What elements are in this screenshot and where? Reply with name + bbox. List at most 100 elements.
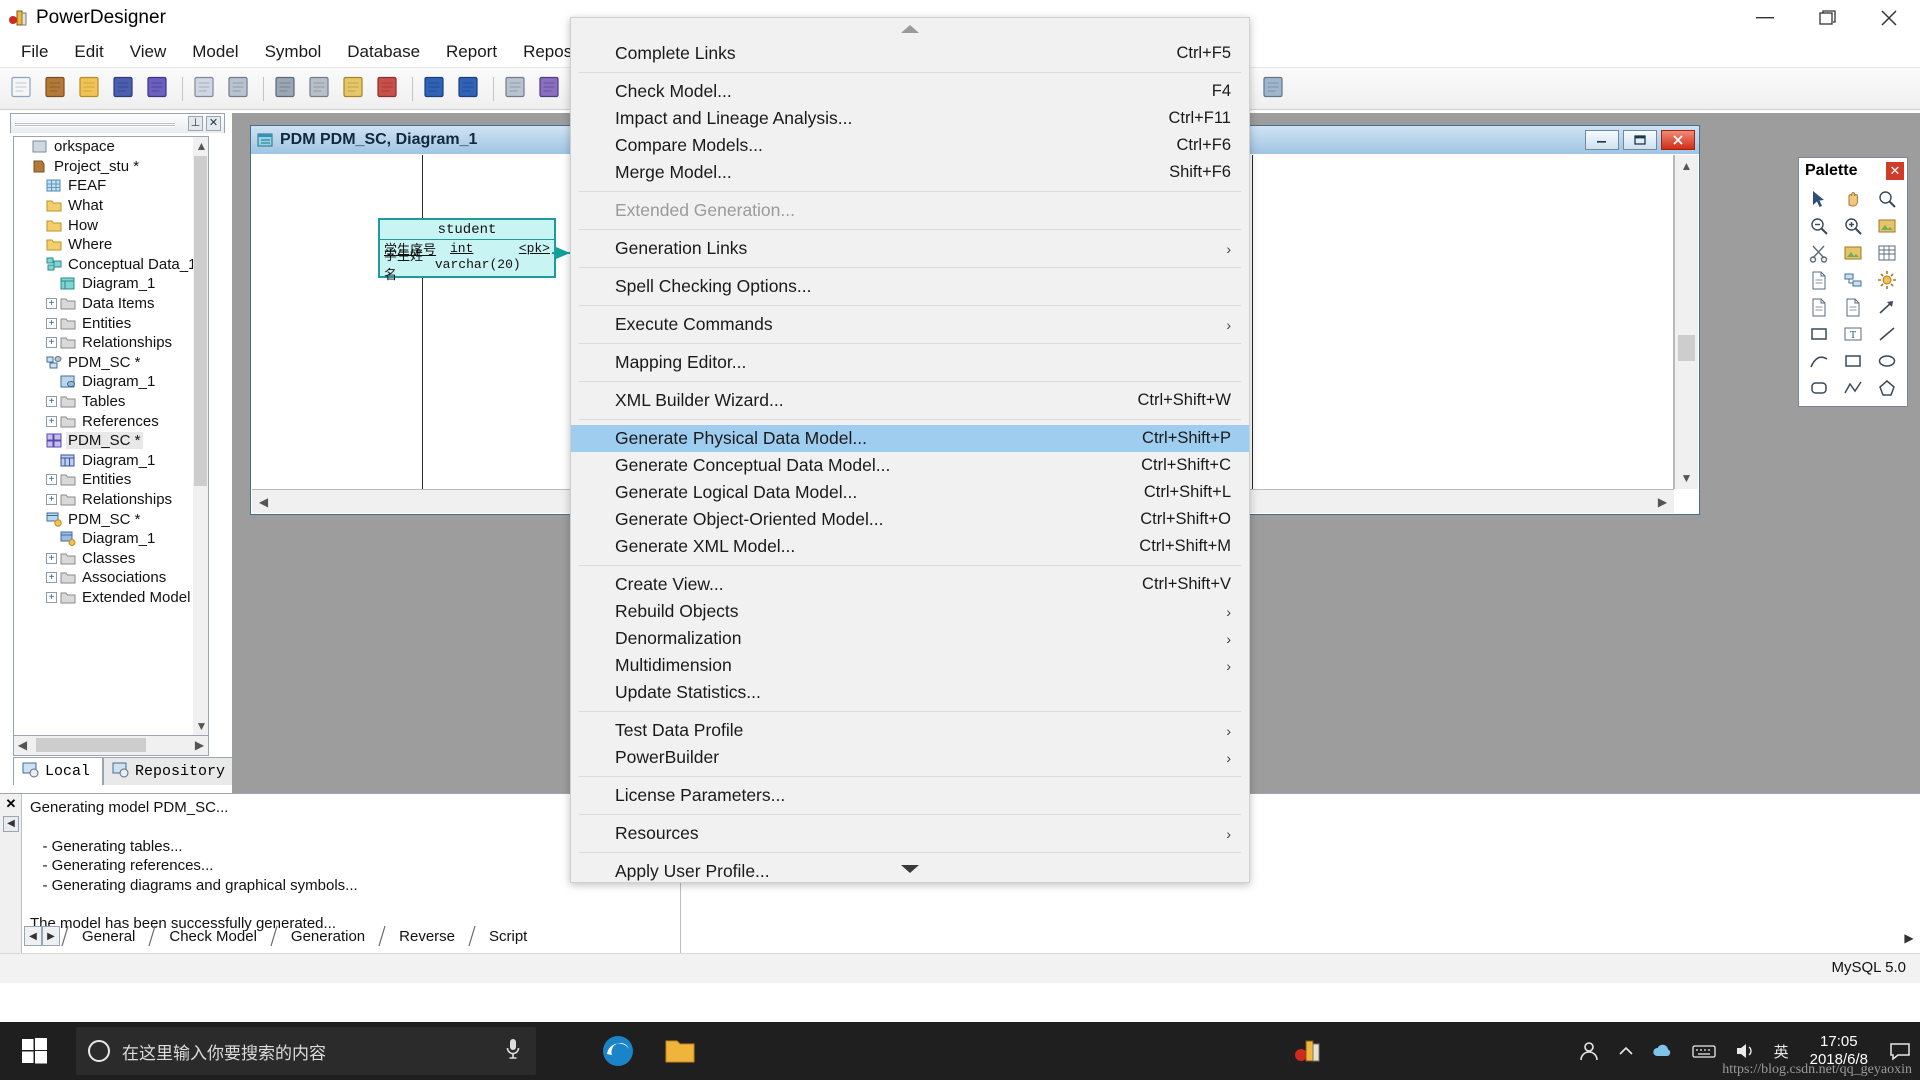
expand-icon[interactable]: + bbox=[46, 317, 57, 329]
scroll-left-arrow[interactable]: ◀ bbox=[255, 493, 272, 511]
palette-arrow-icon[interactable] bbox=[1871, 294, 1904, 320]
taskbar-app-powerdesigner[interactable] bbox=[1280, 1027, 1336, 1075]
menubar-item-file[interactable]: File bbox=[8, 37, 61, 67]
tree-item-classes[interactable]: + Classes bbox=[14, 548, 193, 568]
tree-horizontal-scrollbar[interactable]: ◀ ▶ bbox=[13, 736, 209, 756]
tree-item-conceptual-data-1[interactable]: Conceptual Data_1 * bbox=[14, 255, 206, 275]
palette-polygon-icon[interactable] bbox=[1871, 375, 1904, 401]
menu-item-compare-models[interactable]: Compare Models... Ctrl+F6 bbox=[571, 132, 1249, 159]
palette-scissors-icon[interactable] bbox=[1802, 240, 1835, 266]
palette-curve-icon[interactable] bbox=[1802, 348, 1835, 374]
tree-item-entities[interactable]: + Entities bbox=[14, 313, 193, 333]
menu-item-test-data-profile[interactable]: Test Data Profile › bbox=[571, 717, 1249, 744]
toolbar-properties-icon[interactable] bbox=[502, 74, 532, 104]
output-tab-generation[interactable]: Generation bbox=[279, 924, 377, 948]
toolbar-e3-icon[interactable] bbox=[1260, 74, 1290, 104]
prev-icon[interactable]: ◀ bbox=[24, 926, 42, 946]
palette-table-icon[interactable] bbox=[1871, 240, 1904, 266]
toolbar-redo-icon[interactable] bbox=[455, 74, 485, 104]
tree-item-how[interactable]: How bbox=[14, 215, 193, 235]
tree-item-project-stu[interactable]: Project_stu * bbox=[14, 157, 193, 177]
palette-link-icon[interactable] bbox=[1836, 267, 1869, 293]
menu-item-resources[interactable]: Resources › bbox=[571, 820, 1249, 847]
toolbar-copy-icon[interactable] bbox=[306, 74, 336, 104]
tree-item-pdm-sc[interactable]: PDM_SC * bbox=[14, 353, 193, 373]
search-input[interactable]: 在这里输入你要搜索的内容 bbox=[76, 1027, 536, 1075]
scroll-up-arrow[interactable]: ▲ bbox=[1678, 157, 1695, 175]
next-icon[interactable]: ▶ bbox=[42, 926, 60, 946]
tree-item-entities[interactable]: + Entities bbox=[14, 470, 193, 490]
menu-item-generate-conceptual-data-model[interactable]: Generate Conceptual Data Model... Ctrl+Sh… bbox=[571, 452, 1249, 479]
tree-vertical-scrollbar[interactable]: ▲ ▼ bbox=[193, 137, 208, 735]
output-tab-reverse[interactable]: Reverse bbox=[387, 924, 467, 948]
palette-hand-icon[interactable] bbox=[1836, 186, 1869, 212]
palette-text-icon[interactable]: T bbox=[1836, 321, 1869, 347]
menu-item-update-statistics[interactable]: Update Statistics... bbox=[571, 679, 1249, 706]
toolbar-cut-icon[interactable] bbox=[272, 74, 302, 104]
tree-item-diagram-1[interactable]: Diagram_1 bbox=[14, 274, 193, 294]
chevron-up-icon[interactable] bbox=[1609, 1045, 1643, 1057]
toolbar-save-icon[interactable] bbox=[110, 74, 140, 104]
menu-item-generate-xml-model[interactable]: Generate XML Model... Ctrl+Shift+M bbox=[571, 533, 1249, 560]
scroll-up-arrow[interactable]: ▲ bbox=[193, 137, 208, 155]
microphone-icon[interactable] bbox=[504, 1037, 522, 1066]
close-icon[interactable]: ✕ bbox=[1886, 162, 1904, 180]
expand-icon[interactable]: + bbox=[46, 474, 57, 486]
palette-zoom-in-icon[interactable] bbox=[1836, 213, 1869, 239]
minimize-button[interactable] bbox=[1734, 0, 1796, 36]
toolbar-print-icon[interactable] bbox=[225, 74, 255, 104]
browser-tab-local[interactable]: Local bbox=[13, 757, 104, 785]
menu-item-merge-model[interactable]: Merge Model... Shift+F6 bbox=[571, 159, 1249, 186]
menu-item-rebuild-objects[interactable]: Rebuild Objects › bbox=[571, 598, 1249, 625]
palette-rounded-rect-icon[interactable] bbox=[1802, 375, 1835, 401]
volume-icon[interactable] bbox=[1725, 1042, 1765, 1060]
tree-item-diagram-1[interactable]: Diagram_1 bbox=[14, 451, 193, 471]
tree-item-feaf[interactable]: FEAF bbox=[14, 176, 193, 196]
toolbar-delete-icon[interactable] bbox=[374, 74, 404, 104]
palette-pointer-icon[interactable] bbox=[1802, 186, 1835, 212]
people-icon[interactable] bbox=[1569, 1040, 1609, 1062]
restore-button[interactable] bbox=[1796, 0, 1858, 36]
scroll-right-arrow[interactable]: ▶ bbox=[191, 736, 208, 754]
tree-item-tables[interactable]: + Tables bbox=[14, 392, 193, 412]
palette-gear-icon[interactable] bbox=[1871, 267, 1904, 293]
output-tab-check-model[interactable]: Check Model bbox=[157, 924, 269, 948]
drag-grip[interactable] bbox=[15, 122, 175, 127]
menu-item-xml-builder-wizard[interactable]: XML Builder Wizard... Ctrl+Shift+W bbox=[571, 387, 1249, 414]
expand-icon[interactable]: + bbox=[46, 396, 57, 408]
ime-icon[interactable]: 英 bbox=[1765, 1041, 1798, 1062]
taskbar-app-edge[interactable] bbox=[590, 1027, 646, 1075]
menu-item-impact-and-lineage-analysis[interactable]: Impact and Lineage Analysis... Ctrl+F11 bbox=[571, 105, 1249, 132]
scroll-thumb[interactable] bbox=[1678, 335, 1695, 361]
palette-rectangle-outline-icon[interactable] bbox=[1802, 321, 1835, 347]
menu-item-generate-physical-data-model[interactable]: Generate Physical Data Model... Ctrl+Shif… bbox=[571, 425, 1249, 452]
tree-item-associations[interactable]: + Associations bbox=[14, 568, 193, 588]
toolbar-print-preview-icon[interactable] bbox=[191, 74, 221, 104]
mdi-minimize-button[interactable] bbox=[1585, 130, 1619, 150]
close-icon[interactable]: ✕ bbox=[3, 797, 19, 811]
tree-item-data-items[interactable]: + Data Items bbox=[14, 294, 193, 314]
keyboard-icon[interactable] bbox=[1683, 1043, 1725, 1059]
scroll-thumb[interactable] bbox=[194, 156, 207, 486]
palette-document-icon[interactable] bbox=[1836, 294, 1869, 320]
object-browser-tree[interactable]: orkspace Project_stu * FEAF What How Where Con… bbox=[13, 136, 209, 736]
tree-item-relationships[interactable]: + Relationships bbox=[14, 333, 193, 353]
tree-item-where[interactable]: Where bbox=[14, 235, 193, 255]
menubar-item-database[interactable]: Database bbox=[334, 37, 433, 67]
menu-item-mapping-editor[interactable]: Mapping Editor... bbox=[571, 349, 1249, 376]
tree-item-orkspace[interactable]: orkspace bbox=[14, 137, 193, 157]
scroll-down-arrow[interactable]: ▼ bbox=[1678, 469, 1695, 487]
menu-item-execute-commands[interactable]: Execute Commands › bbox=[571, 311, 1249, 338]
toolbar-help-icon[interactable] bbox=[536, 74, 566, 104]
expand-icon[interactable]: + bbox=[46, 591, 57, 603]
expand-icon[interactable]: + bbox=[46, 337, 57, 349]
toolbar-paste-icon[interactable] bbox=[340, 74, 370, 104]
menu-item-generate-logical-data-model[interactable]: Generate Logical Data Model... Ctrl+Shift… bbox=[571, 479, 1249, 506]
menu-item-generate-object-oriented-model[interactable]: Generate Object-Oriented Model... Ctrl+Sh… bbox=[571, 506, 1249, 533]
scroll-right-arrow[interactable]: ▶ bbox=[1654, 493, 1671, 511]
palette-image-icon[interactable] bbox=[1871, 213, 1904, 239]
tree-item-diagram-1[interactable]: Diagram_1 bbox=[14, 372, 193, 392]
taskbar-app-folder[interactable] bbox=[652, 1027, 708, 1075]
scroll-thumb-h[interactable] bbox=[36, 738, 146, 752]
scroll-up-arrow[interactable] bbox=[571, 18, 1249, 40]
